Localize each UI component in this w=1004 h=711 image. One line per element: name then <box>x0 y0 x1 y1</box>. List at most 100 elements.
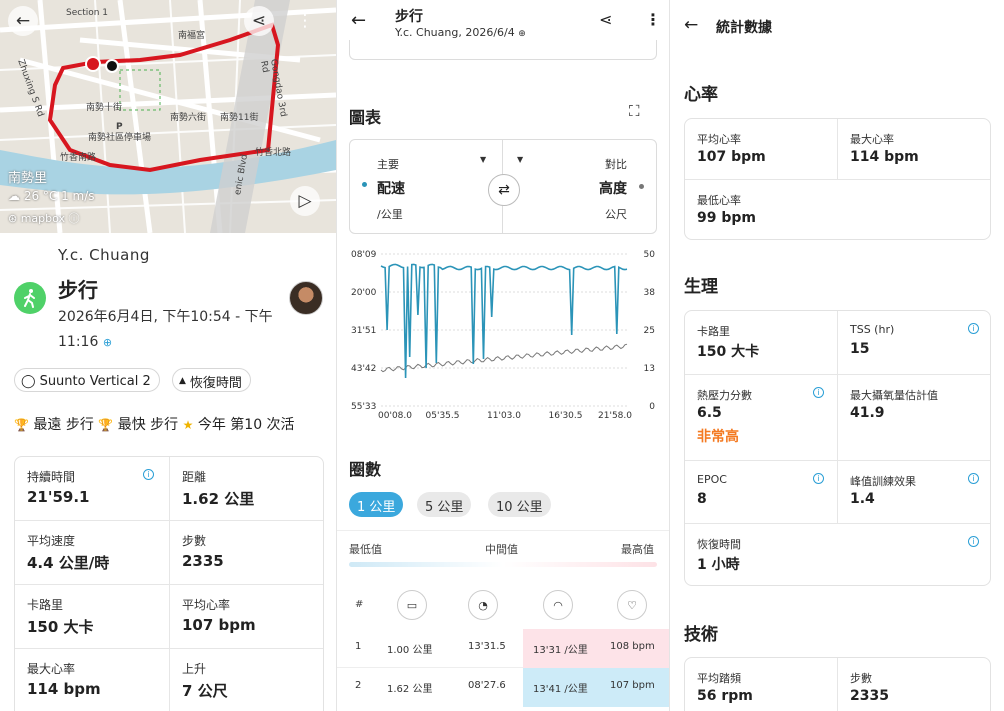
mapbox-attribution[interactable]: ⊛ mapbox ⓘ <box>8 210 80 226</box>
stats-title: 統計數據 <box>716 20 772 36</box>
primary-unit: /公里 <box>377 208 403 221</box>
cloud-icon: ☁ <box>8 189 24 203</box>
x-tick-label: 11'03.0 <box>487 411 521 421</box>
lap-number: 2 <box>355 680 362 691</box>
physiology-card: 卡路里 150 大卡 TSS (hr) 15 i 熱壓力分數 6.5 非常高 i 最大攝氧量… <box>684 310 991 586</box>
lap-tab-5km[interactable]: 5 公里 <box>417 492 472 517</box>
stat-value: 7 公尺 <box>182 682 228 700</box>
achievement-label: 最遠 步行 <box>33 417 94 433</box>
share-icon[interactable]: ⋖ <box>599 10 612 29</box>
info-icon[interactable]: i <box>968 473 979 484</box>
stat-label: 最大攝氧量估計值 <box>850 389 938 402</box>
stat-value: 15 <box>850 341 870 357</box>
stat-label: 上升 <box>182 662 207 676</box>
series-dot <box>639 184 644 189</box>
lap-distance: 1.62 公里 <box>387 684 433 695</box>
more-menu-button[interactable]: ⋮ <box>290 6 320 36</box>
share-button[interactable]: ⋖ <box>244 6 274 36</box>
y-left-tick-label: 08'09 <box>351 250 377 260</box>
ruler-icon[interactable]: ▭ <box>397 590 427 620</box>
globe-icon: ⊕ <box>518 29 526 39</box>
star-icon: ★ <box>182 418 194 432</box>
activity-title: 步行 <box>58 278 98 302</box>
table-row[interactable]: 1 1.00 公里 13'31.5 13'31 /公里 108 bpm <box>337 629 669 668</box>
stopwatch-icon[interactable]: ◔ <box>468 590 498 620</box>
stat-avg-speed: 平均速度 4.4 公里/時 <box>15 521 170 585</box>
pace-series-line <box>380 263 628 379</box>
legend-max: 最高值 <box>621 543 654 556</box>
pace-altitude-chart[interactable]: 08'09 50 20'00 38 31'51 25 43'42 13 55'33 0 00'08.… <box>349 246 659 426</box>
info-icon[interactable]: i <box>813 473 824 484</box>
table-row[interactable]: 2 1.62 公里 08'27.6 13'41 /公里 107 bpm <box>337 668 669 707</box>
user-name: Y.c. Chuang <box>58 246 150 264</box>
stat-value: 107 bpm <box>697 149 766 165</box>
back-button[interactable]: ← <box>8 6 38 36</box>
lap-distance: 1.00 公里 <box>387 645 433 656</box>
activity-detail-panel: ← 步行 Y.c. Chuang, 2026/6/4 ⊕ ⋖ ⋮ 圖表 ⛶ 主要… <box>336 0 669 711</box>
weather-value: 26 °C 1 m/s <box>23 189 95 203</box>
stat-steps: 步數 2335 <box>838 658 990 711</box>
stat-label: EPOC <box>697 473 727 486</box>
stat-peak-training-effect: 峰值訓練效果 1.4 i <box>838 461 990 524</box>
map-label: 南勢六街 <box>170 113 207 123</box>
x-tick-label: 05'35.5 <box>426 411 460 421</box>
y-right-tick-label: 0 <box>649 402 655 412</box>
info-icon[interactable]: i <box>968 536 979 547</box>
stat-avg-hr: 平均心率 107 bpm <box>170 585 323 649</box>
stat-label: 步數 <box>182 534 207 548</box>
technique-section-title: 技術 <box>684 625 718 645</box>
recovery-label: 恢復時間 <box>189 375 242 391</box>
stat-epoc: EPOC 8 i <box>685 461 838 524</box>
info-icon[interactable]: i <box>143 469 154 480</box>
stat-value: 1 小時 <box>697 557 740 573</box>
detail-subtitle: Y.c. Chuang, 2026/6/4 ⊕ <box>395 26 526 39</box>
stat-label: 距離 <box>182 470 207 484</box>
back-arrow-icon[interactable]: ← <box>684 15 698 35</box>
more-vertical-icon[interactable]: ⋮ <box>645 10 661 29</box>
triangle-up-icon: ▲ <box>179 376 186 386</box>
compare-unit: 公尺 <box>605 208 627 221</box>
x-tick-label: 21'58.0 <box>598 411 632 421</box>
stat-value: 56 rpm <box>697 688 753 704</box>
activity-summary-panel: Section 1 南福宮 南勢十街 南勢六街 南勢11街 南勢社區停車場 竹香… <box>0 0 336 711</box>
detail-subtitle-text: Y.c. Chuang, 2026/6/4 <box>395 26 515 39</box>
stat-value: 107 bpm <box>182 616 256 634</box>
stat-label: 最大心率 <box>27 662 76 676</box>
speedometer-icon[interactable]: ◠ <box>543 590 573 620</box>
compare-series-dropdown[interactable]: ▼ 對比 高度 公尺 <box>502 140 656 233</box>
stat-recovery-time: 恢復時間 1 小時 i <box>685 524 990 585</box>
avatar[interactable] <box>289 281 323 315</box>
back-arrow-icon[interactable]: ← <box>351 10 366 31</box>
lap-pace: 13'31 /公里 <box>533 645 588 656</box>
lap-tab-10km[interactable]: 10 公里 <box>488 492 551 517</box>
legend-min: 最低值 <box>349 543 382 556</box>
lap-time: 08'27.6 <box>468 680 506 691</box>
swap-series-button[interactable]: ⇄ <box>488 174 520 206</box>
y-right-tick-label: 13 <box>644 364 655 374</box>
primary-label: 主要 <box>377 158 399 171</box>
stat-tss: TSS (hr) 15 i <box>838 311 990 375</box>
share-icon: ⋖ <box>251 11 267 31</box>
lap-hr: 107 bpm <box>610 680 655 691</box>
lap-column-number: # <box>355 599 364 610</box>
info-icon[interactable]: i <box>968 323 979 334</box>
x-tick-label: 00'08.0 <box>378 411 412 421</box>
mapbox-logo: mapbox <box>20 212 66 225</box>
info-icon[interactable]: i <box>813 387 824 398</box>
play-route-button[interactable]: ▷ <box>290 186 320 216</box>
fullscreen-icon[interactable]: ⛶ <box>629 102 640 120</box>
stat-label: 峰值訓練效果 <box>850 475 916 488</box>
laps-section-title: 圈數 <box>349 460 382 479</box>
heart-icon[interactable]: ♡ <box>617 590 647 620</box>
route-map[interactable]: Section 1 南福宮 南勢十街 南勢六街 南勢11街 南勢社區停車場 竹香… <box>0 0 336 233</box>
recovery-chip[interactable]: ▲ 恢復時間 <box>172 368 251 392</box>
stat-status: 非常高 <box>697 429 739 445</box>
lap-tab-1km[interactable]: 1 公里 <box>349 492 404 517</box>
stat-value: 8 <box>697 491 707 507</box>
primary-series-dropdown[interactable]: 主要 ▼ 配速 /公里 <box>350 140 488 233</box>
lap-pace: 13'41 /公里 <box>533 684 588 695</box>
device-label: Suunto Vertical 2 <box>39 373 151 389</box>
activity-time: 2026年6月4日, 下午10:54 - 下午11:16 ⊕ <box>58 305 278 355</box>
device-chip[interactable]: ◯ Suunto Vertical 2 <box>14 368 160 392</box>
activity-time-text: 2026年6月4日, 下午10:54 - 下午11:16 <box>58 309 273 350</box>
